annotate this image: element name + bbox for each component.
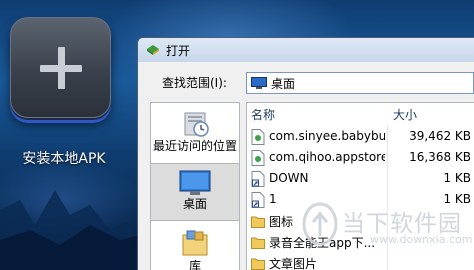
place-recent[interactable]: 最近访问的位置 [151, 105, 239, 163]
dialog-titlebar[interactable]: 打开 [138, 38, 474, 62]
place-recent-label: 最近访问的位置 [152, 139, 237, 153]
file-size: 1 KB [443, 171, 471, 185]
plus-icon-vertical [58, 47, 65, 89]
watermark-url: www.downxia.com [370, 233, 473, 246]
library-icon [182, 230, 208, 256]
column-name-header[interactable]: 名称 [251, 106, 275, 123]
file-size: 39,462 KB [409, 129, 471, 143]
shortcut-icon [251, 171, 265, 187]
folder-icon [251, 237, 265, 249]
file-name: DOWN [269, 171, 309, 185]
install-apk-label[interactable]: 安装本地APK [4, 148, 124, 168]
look-in-dropdown[interactable]: 桌面 [246, 72, 474, 94]
look-in-label: 查找范围(I): [162, 76, 227, 90]
bluestacks-icon [147, 45, 159, 55]
desktop-icon [251, 77, 267, 89]
recent-places-icon [184, 112, 209, 137]
folder-icon [251, 216, 265, 228]
watermark-logo-icon [302, 202, 338, 246]
folder-icon [251, 258, 265, 270]
places-bar: 最近访问的位置 桌面 库 [150, 102, 240, 270]
apk-file-icon [251, 129, 265, 145]
place-library[interactable]: 库 [151, 227, 239, 270]
file-size: 16,368 KB [409, 150, 471, 164]
look-in-value: 桌面 [271, 77, 296, 91]
apk-file-icon [251, 150, 265, 166]
watermark: 当下软件园 www.downxia.com [300, 200, 474, 270]
desktop-place-icon [179, 170, 211, 195]
file-row[interactable]: com.sinyee.babybus... 39,462 KB [247, 126, 474, 147]
file-name: com.sinyee.babybus... [269, 129, 385, 143]
file-row[interactable]: DOWN 1 KB [247, 168, 474, 189]
dialog-title: 打开 [166, 44, 191, 58]
place-library-label: 库 [188, 259, 201, 270]
column-headers: 名称 大小 [247, 103, 474, 125]
file-name: com.qihoo.appstore... [269, 150, 385, 164]
shortcut-icon [251, 192, 265, 208]
place-desktop[interactable]: 桌面 [151, 163, 239, 221]
install-apk-tile[interactable] [10, 17, 111, 118]
place-desktop-label: 桌面 [182, 197, 207, 211]
file-row[interactable]: com.qihoo.appstore... 16,368 KB [247, 147, 474, 168]
column-size-header[interactable]: 大小 [393, 106, 417, 123]
